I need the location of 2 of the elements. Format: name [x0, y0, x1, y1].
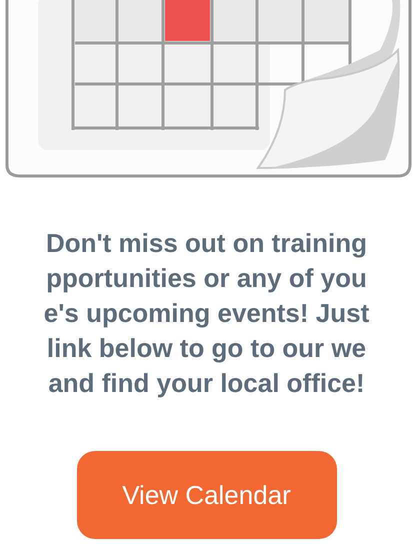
promo-message: Don't miss out on training pportunities or any of you e's upcoming events! Just link below to go to our we and find your local office!	[44, 227, 370, 400]
view-calendar-button[interactable]: View Calendar	[76, 451, 336, 539]
